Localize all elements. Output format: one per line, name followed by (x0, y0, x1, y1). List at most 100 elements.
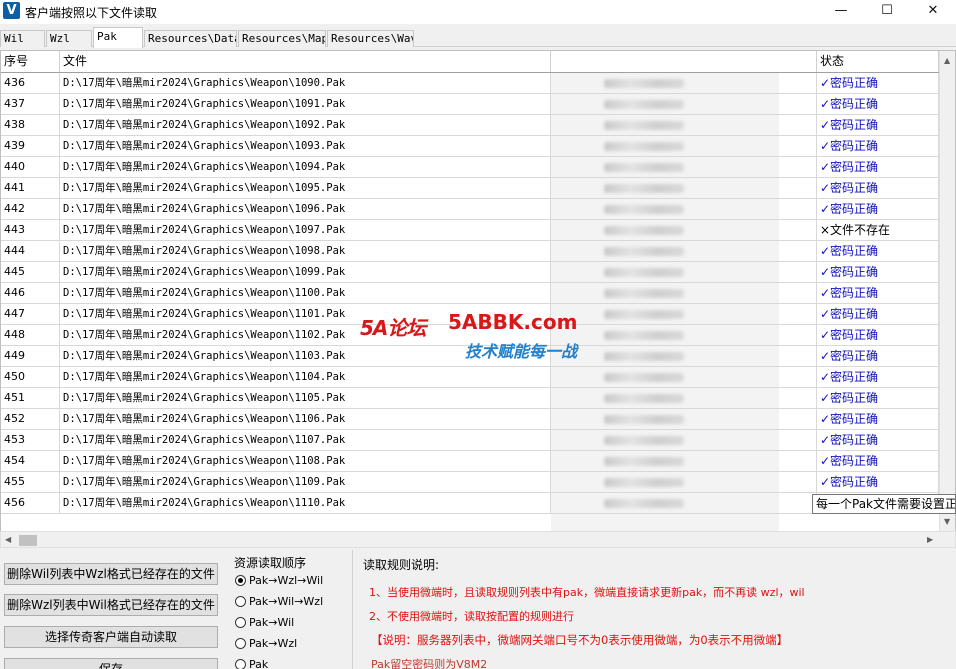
radio-icon[interactable] (235, 575, 246, 586)
delete-wil-duplicates-button[interactable]: 删除Wil列表中Wzl格式已经存在的文件 (4, 563, 218, 585)
table-row[interactable]: 439 D:\17周年\暗黑mir2024\Graphics\Weapon\109… (1, 136, 939, 157)
tab-wil[interactable]: Wil (0, 30, 45, 47)
row-index: 455 (1, 472, 60, 492)
table-row[interactable]: 444 D:\17周年\暗黑mir2024\Graphics\Weapon\109… (1, 241, 939, 262)
row-index: 449 (1, 346, 60, 366)
delete-wzl-duplicates-button[interactable]: 删除Wzl列表中Wil格式已经存在的文件 (4, 594, 218, 616)
table-row[interactable]: 437 D:\17周年\暗黑mir2024\Graphics\Weapon\109… (1, 94, 939, 115)
table-row[interactable]: 452 D:\17周年\暗黑mir2024\Graphics\Weapon\110… (1, 409, 939, 430)
save-button[interactable]: 保存 (4, 658, 218, 669)
table-row[interactable]: 450 D:\17周年\暗黑mir2024\Graphics\Weapon\110… (1, 367, 939, 388)
table-row[interactable]: 455 D:\17周年\暗黑mir2024\Graphics\Weapon\110… (1, 472, 939, 493)
scroll-left-icon[interactable]: ◀ (5, 535, 11, 545)
table-row[interactable]: 454 D:\17周年\暗黑mir2024\Graphics\Weapon\110… (1, 451, 939, 472)
minimize-button[interactable]: — (818, 0, 864, 24)
horizontal-scrollbar[interactable]: ◀ ▶ (0, 531, 956, 548)
rule-note: 【说明：服务器列表中，微端网关端口号不为0表示使用微端，为0表示不用微端】 (371, 633, 789, 647)
table-row[interactable]: 441 D:\17周年\暗黑mir2024\Graphics\Weapon\109… (1, 178, 939, 199)
tab-resources-map[interactable]: Resources\Map (238, 30, 326, 47)
table-row[interactable]: 443 D:\17周年\暗黑mir2024\Graphics\Weapon\109… (1, 220, 939, 241)
tab-pak[interactable]: Pak (93, 27, 143, 48)
row-index: 439 (1, 136, 60, 156)
read-order-title: 资源读取顺序 (234, 556, 307, 570)
row-file-path: D:\17周年\暗黑mir2024\Graphics\Weapon\1092.P… (60, 115, 551, 135)
row-status: ✓密码正确 (816, 388, 939, 408)
read-order-option[interactable]: Pak→Wil→Wzl (235, 595, 323, 608)
row-index: 443 (1, 220, 60, 240)
radio-icon[interactable] (235, 617, 246, 628)
table-row[interactable]: 442 D:\17周年\暗黑mir2024\Graphics\Weapon\109… (1, 199, 939, 220)
watermark-slogan: 技术赋能每一战 (465, 342, 578, 361)
auto-read-client-button[interactable]: 选择传奇客户端自动读取 (4, 626, 218, 648)
row-status: ✓密码正确 (816, 304, 939, 324)
radio-label: Pak→Wzl (249, 637, 298, 650)
row-file-path: D:\17周年\暗黑mir2024\Graphics\Weapon\1104.P… (60, 367, 551, 387)
row-index: 452 (1, 409, 60, 429)
read-order-option[interactable]: Pak→Wzl (235, 637, 297, 650)
row-status: ✓密码正确 (816, 472, 939, 492)
header-status[interactable]: 状态 (816, 51, 939, 72)
row-status: ✓密码正确 (816, 283, 939, 303)
row-file-path: D:\17周年\暗黑mir2024\Graphics\Weapon\1095.P… (60, 178, 551, 198)
row-file-path: D:\17周年\暗黑mir2024\Graphics\Weapon\1109.P… (60, 472, 551, 492)
row-index: 448 (1, 325, 60, 345)
radio-icon[interactable] (235, 638, 246, 649)
title-bar: V 客户端按照以下文件读取 — ☐ ✕ (0, 0, 956, 24)
row-status: ✓密码正确 (816, 451, 939, 471)
header-index[interactable]: 序号 (1, 51, 60, 72)
rules-panel: 读取规则说明: 1、当使用微端时，且读取规则列表中有pak，微端直接请求更新pa… (352, 550, 956, 669)
close-button[interactable]: ✕ (910, 0, 956, 24)
table-row[interactable]: 446 D:\17周年\暗黑mir2024\Graphics\Weapon\110… (1, 283, 939, 304)
radio-icon[interactable] (235, 659, 246, 669)
scroll-thumb[interactable] (19, 535, 37, 546)
row-status: ✓密码正确 (816, 199, 939, 219)
table-row[interactable]: 451 D:\17周年\暗黑mir2024\Graphics\Weapon\110… (1, 388, 939, 409)
read-order-option[interactable]: Pak (235, 658, 268, 669)
read-order-option[interactable]: Pak→Wzl→Wil (235, 574, 323, 587)
row-file-path: D:\17周年\暗黑mir2024\Graphics\Weapon\1106.P… (60, 409, 551, 429)
watermark-site: 5ABBK.com (448, 310, 578, 334)
table-row[interactable]: 440 D:\17周年\暗黑mir2024\Graphics\Weapon\109… (1, 157, 939, 178)
row-status: ✓密码正确 (816, 325, 939, 345)
row-index: 451 (1, 388, 60, 408)
maximize-button[interactable]: ☐ (864, 0, 910, 24)
row-status: ✓密码正确 (816, 409, 939, 429)
table-row[interactable]: 453 D:\17周年\暗黑mir2024\Graphics\Weapon\110… (1, 430, 939, 451)
scroll-up-icon[interactable]: ▲ (944, 56, 950, 66)
vertical-scrollbar[interactable]: ▲ ▼ (939, 51, 955, 532)
row-status: ✓密码正确 (816, 367, 939, 387)
tooltip: 每一个Pak文件需要设置正 (812, 494, 956, 514)
row-index: 437 (1, 94, 60, 114)
row-status: ✓密码正确 (816, 262, 939, 282)
table-row[interactable]: 438 D:\17周年\暗黑mir2024\Graphics\Weapon\109… (1, 115, 939, 136)
table-row[interactable]: 445 D:\17周年\暗黑mir2024\Graphics\Weapon\109… (1, 262, 939, 283)
table-row[interactable]: 436 D:\17周年\暗黑mir2024\Graphics\Weapon\109… (1, 73, 939, 94)
row-index: 454 (1, 451, 60, 471)
row-status: ✓密码正确 (816, 157, 939, 177)
tab-wzl[interactable]: Wzl (46, 30, 92, 47)
radio-icon[interactable] (235, 596, 246, 607)
row-status: ✓密码正确 (816, 346, 939, 366)
row-index: 442 (1, 199, 60, 219)
row-index: 453 (1, 430, 60, 450)
row-status: ×文件不存在 (816, 220, 939, 240)
app-icon: V (3, 2, 20, 19)
read-order-option[interactable]: Pak→Wil (235, 616, 294, 629)
tab-resources-wav[interactable]: Resources\Wav (327, 30, 414, 47)
tab-resources-data[interactable]: Resources\Data (144, 30, 237, 47)
bottom-panel: 删除Wil列表中Wzl格式已经存在的文件 删除Wzl列表中Wil格式已经存在的文… (0, 550, 956, 669)
row-file-path: D:\17周年\暗黑mir2024\Graphics\Weapon\1107.P… (60, 430, 551, 450)
row-index: 440 (1, 157, 60, 177)
row-file-path: D:\17周年\暗黑mir2024\Graphics\Weapon\1094.P… (60, 157, 551, 177)
radio-label: Pak→Wil (249, 616, 295, 629)
scroll-down-icon[interactable]: ▼ (944, 517, 950, 527)
scroll-right-icon[interactable]: ▶ (927, 535, 933, 545)
header-file[interactable]: 文件 (60, 51, 551, 72)
row-status: ✓密码正确 (816, 241, 939, 261)
file-list-table[interactable]: 序号 文件 状态 436 D:\17周年\暗黑mir2024\Graphics\W… (0, 50, 956, 533)
table-row[interactable]: 456 D:\17周年\暗黑mir2024\Graphics\Weapon\111… (1, 493, 939, 514)
tab-bar: Wil Wzl Pak Resources\Data Resources\Map… (0, 27, 956, 48)
row-status: ✓密码正确 (816, 115, 939, 135)
radio-label: Pak (249, 658, 269, 669)
row-index: 438 (1, 115, 60, 135)
